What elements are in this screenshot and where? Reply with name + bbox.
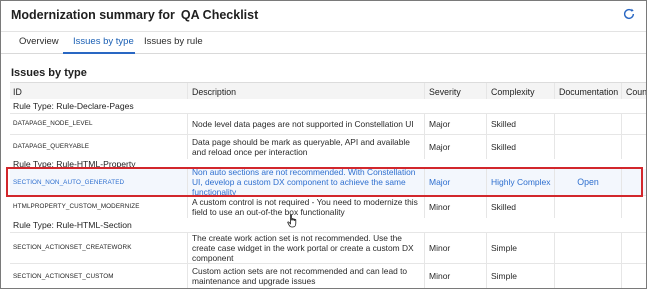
column-header-complexity[interactable]: Complexity [486, 83, 554, 100]
tab-bar: Overview Issues by type Issues by rule [1, 31, 646, 54]
table-row[interactable]: HTMLPROPERTY_CUSTOM_MODERNIZE A custom c… [10, 195, 646, 219]
row-description: Node level data pages are not supported … [187, 113, 424, 134]
table-row[interactable]: SECTION_ACTIONSET_CREATEWORK The create … [10, 232, 646, 264]
row-documentation [554, 113, 621, 134]
column-header-description[interactable]: Description [187, 83, 424, 100]
row-complexity: Skilled [486, 134, 554, 159]
row-documentation [554, 134, 621, 159]
row-complexity: Simple [486, 263, 554, 288]
section-title: Issues by type [11, 67, 87, 79]
column-header-documentation[interactable]: Documentation [554, 83, 621, 100]
hand-cursor-icon [287, 214, 297, 228]
row-count: 5 [621, 263, 646, 288]
row-count: 10 [621, 195, 646, 218]
page-title: Modernization summary for QA Checklist [11, 8, 259, 22]
highlight-box [6, 167, 643, 197]
tab-issues-by-rule[interactable]: Issues by rule [144, 36, 203, 47]
table-row[interactable]: DATAPAGE_NODE_LEVEL Node level data page… [10, 113, 646, 135]
row-complexity: Skilled [486, 195, 554, 218]
row-documentation [554, 195, 621, 218]
row-id: DATAPAGE_NODE_LEVEL [13, 120, 93, 127]
row-severity: Major [424, 113, 486, 134]
row-description: Data page should be mark as queryable, A… [187, 134, 424, 159]
row-severity: Minor [424, 232, 486, 263]
group-label: Rule Type: Rule-HTML-Section [13, 220, 132, 230]
row-description: Custom action sets are not recommended a… [187, 263, 424, 288]
column-header-id[interactable]: ID [10, 83, 187, 100]
row-description: A custom control is not required - You n… [187, 195, 424, 218]
group-label: Rule Type: Rule-Declare-Pages [13, 101, 134, 111]
row-id: SECTION_ACTIONSET_CUSTOM [13, 272, 114, 280]
row-count: 1 [621, 232, 646, 263]
column-header-severity[interactable]: Severity [424, 83, 486, 100]
row-severity: Minor [424, 263, 486, 288]
modernization-summary-panel: Modernization summary for QA Checklist Ov… [0, 0, 647, 289]
table-row[interactable]: SECTION_ACTIONSET_CUSTOM Custom action s… [10, 263, 646, 288]
active-tab-indicator [63, 52, 135, 54]
column-header-count[interactable]: Count [621, 83, 646, 100]
panel-header: Modernization summary for QA Checklist [1, 1, 646, 32]
row-id: SECTION_ACTIONSET_CREATEWORK [13, 244, 132, 251]
row-documentation [554, 232, 621, 263]
row-complexity: Simple [486, 232, 554, 263]
row-severity: Minor [424, 195, 486, 218]
group-row: Rule Type: Rule-Declare-Pages [10, 99, 646, 114]
row-complexity: Skilled [486, 113, 554, 134]
row-count: 8 [621, 134, 646, 159]
row-id: HTMLPROPERTY_CUSTOM_MODERNIZE [13, 203, 140, 210]
tab-issues-by-type[interactable]: Issues by type [73, 36, 134, 47]
row-description: The create work action set is not recomm… [187, 232, 424, 263]
table-row[interactable]: DATAPAGE_QUERYABLE Data page should be m… [10, 134, 646, 160]
row-count: 1 [621, 113, 646, 134]
refresh-icon[interactable] [622, 7, 636, 21]
row-documentation [554, 263, 621, 288]
tab-overview[interactable]: Overview [19, 36, 59, 47]
group-row: Rule Type: Rule-HTML-Section [10, 218, 646, 233]
row-id: DATAPAGE_QUERYABLE [13, 143, 90, 150]
row-severity: Major [424, 134, 486, 159]
